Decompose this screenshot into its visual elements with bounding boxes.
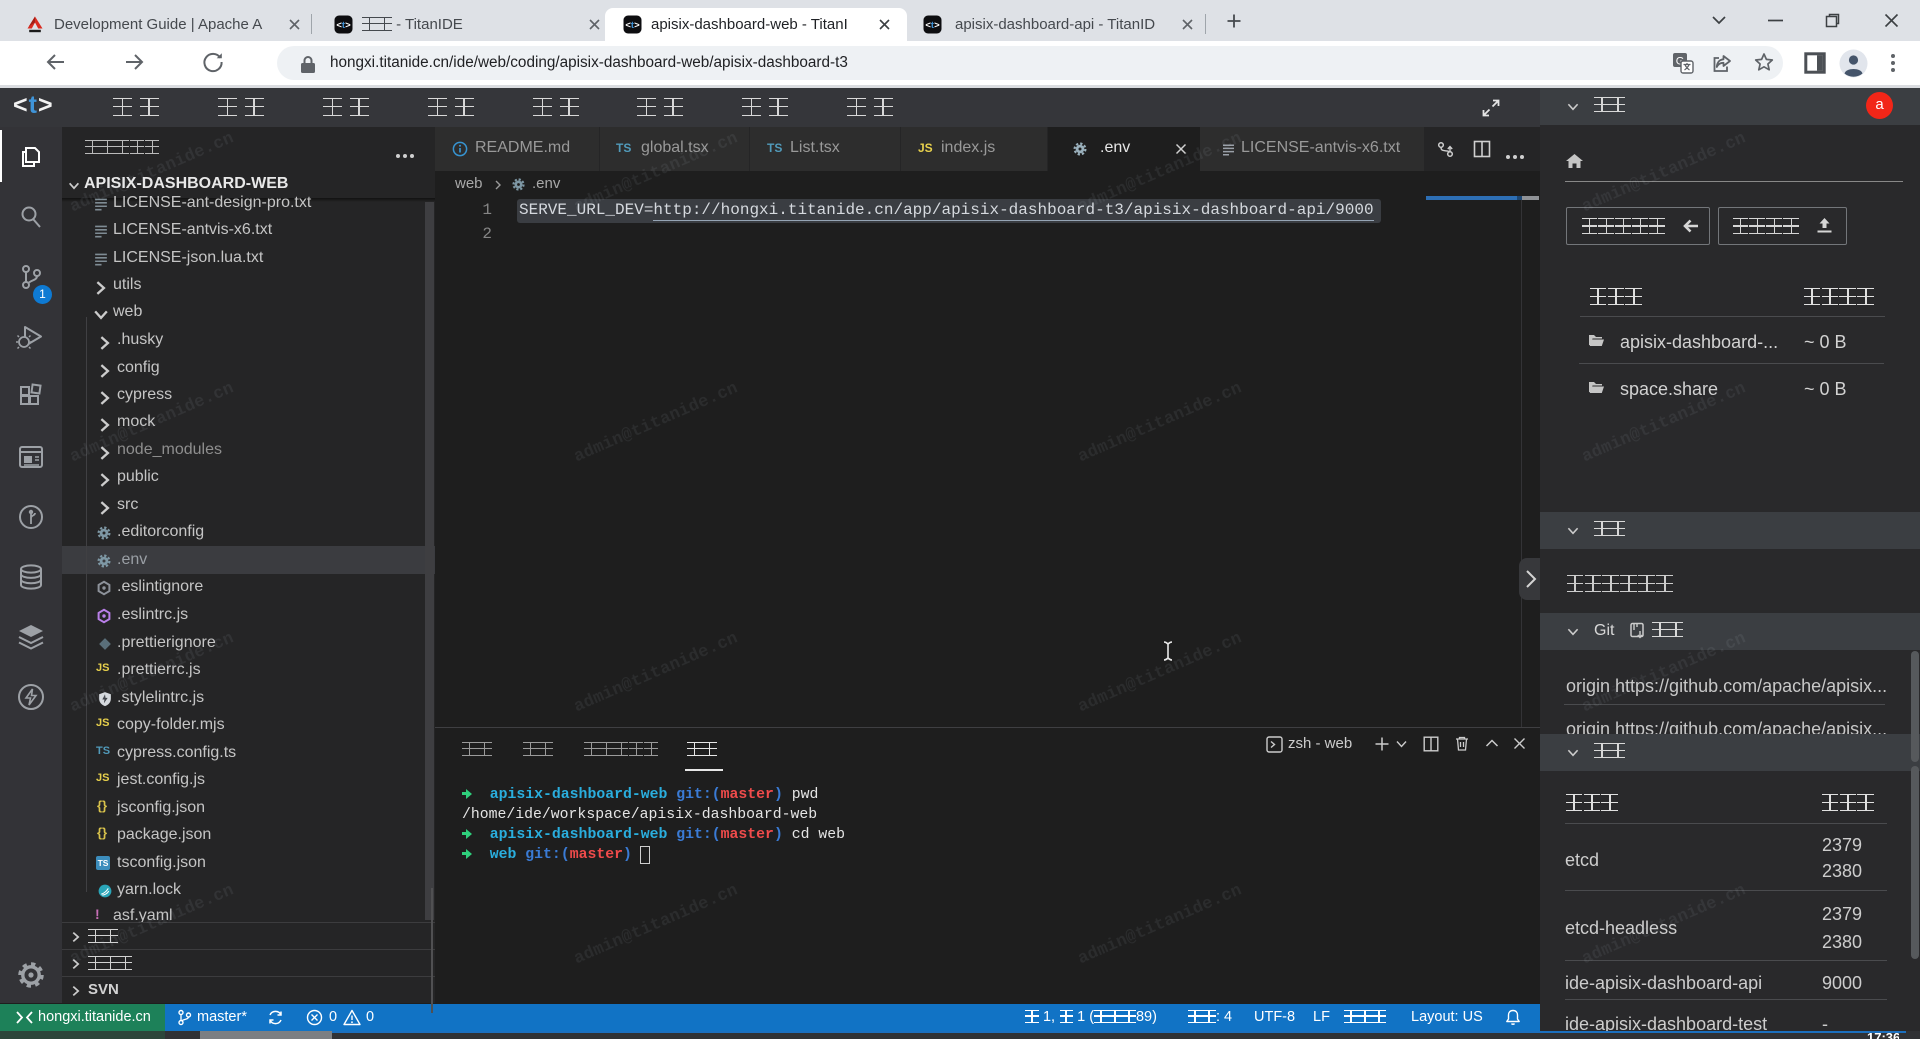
- svg-text:<t>: <t>: [625, 20, 640, 31]
- svg-text:<t>: <t>: [925, 20, 940, 31]
- svg-text:<t>: <t>: [336, 20, 351, 31]
